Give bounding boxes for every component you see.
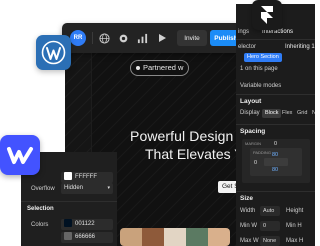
swatch-hex: 001122 (75, 221, 95, 227)
style-panel: ings Interactions elector Inheriting 1 H… (236, 4, 315, 246)
selection-title: Selection (27, 206, 54, 212)
divider (236, 124, 315, 125)
layout-title: Layout (240, 98, 262, 105)
selector-label: elector (238, 44, 257, 50)
chevron-down-icon: ▾ (107, 185, 110, 191)
width-input[interactable]: Auto (260, 206, 280, 216)
hero-heading-line2: That Elevates Y (145, 146, 244, 162)
padding-left-value[interactable]: 0 (254, 160, 257, 166)
top-toolbar: RR Invite Publish (62, 23, 246, 53)
swatch-icon (64, 219, 72, 228)
width-label: Width (240, 208, 256, 214)
max-width-input[interactable]: None (260, 236, 280, 246)
color-swatch-row-1[interactable]: 001122 (61, 219, 113, 230)
framer-logo (252, 0, 282, 30)
class-chip-hero-section[interactable]: Hero Section (244, 53, 282, 62)
display-option-none[interactable]: N (309, 109, 315, 118)
user-avatar[interactable]: RR (70, 30, 86, 46)
color-swatch-row-2[interactable]: 666666 (61, 232, 113, 243)
color-hex: FFFFFF (75, 174, 97, 180)
height-label: Height (286, 208, 304, 214)
content-box (264, 158, 288, 166)
inheriting-label: Inheriting 1 (285, 44, 315, 50)
partner-badge: Partnered w (130, 60, 190, 76)
on-page-count: 1 on this page (240, 66, 278, 72)
margin-top-value[interactable]: 0 (274, 141, 277, 147)
spacing-box-model: MARGIN 0 PADDING 80 0 80 (242, 139, 310, 183)
divider (236, 191, 315, 192)
class-chip-label: Hero Section (247, 54, 279, 60)
swatch-hex: 666666 (75, 234, 96, 240)
image-strip (120, 228, 230, 246)
divider (236, 94, 315, 95)
webflow-logo (0, 135, 40, 175)
swatch-icon (64, 232, 72, 241)
divider (236, 39, 315, 40)
bar-chart-icon[interactable] (135, 31, 149, 45)
max-width-label: Max W (240, 238, 259, 244)
invite-button[interactable]: Invite (177, 30, 207, 46)
size-title: Size (240, 195, 254, 202)
hero-heading-line1: Powerful Design (130, 128, 234, 144)
wordpress-logo (36, 35, 71, 70)
play-icon[interactable] (155, 31, 169, 45)
framer-icon (261, 6, 273, 24)
color-swatch (64, 172, 72, 181)
tab-settings[interactable]: ings (238, 29, 249, 35)
color-field[interactable]: FFFFFF (61, 172, 113, 183)
toolbar-divider (92, 32, 93, 44)
badge-dot (136, 66, 140, 71)
webflow-icon (7, 147, 33, 164)
display-option-grid[interactable]: Grid (294, 109, 310, 118)
divider (21, 201, 117, 202)
max-height-label: Max H (286, 238, 304, 244)
min-width-input[interactable]: 0 (260, 221, 280, 231)
globe-icon[interactable] (97, 31, 111, 45)
margin-label: MARGIN (245, 141, 261, 146)
padding-bottom-value[interactable]: 80 (272, 167, 278, 173)
padding-label: PADDING (253, 150, 271, 155)
min-width-label: Min W (240, 223, 257, 229)
display-label: Display (240, 110, 260, 116)
wordpress-icon (41, 40, 66, 65)
gear-icon[interactable] (116, 31, 130, 45)
overflow-value: Hidden (64, 185, 84, 191)
colors-label: Colors (31, 222, 49, 228)
variable-modes-label[interactable]: Variable modes (240, 83, 281, 89)
overflow-select[interactable]: Hidden ▾ (61, 183, 113, 194)
min-height-label: Min H (286, 223, 302, 229)
display-option-flex[interactable]: Flex (279, 109, 295, 118)
badge-text: Partnered w (143, 63, 184, 72)
spacing-title: Spacing (240, 128, 266, 135)
overflow-label: Overflow (31, 186, 55, 192)
